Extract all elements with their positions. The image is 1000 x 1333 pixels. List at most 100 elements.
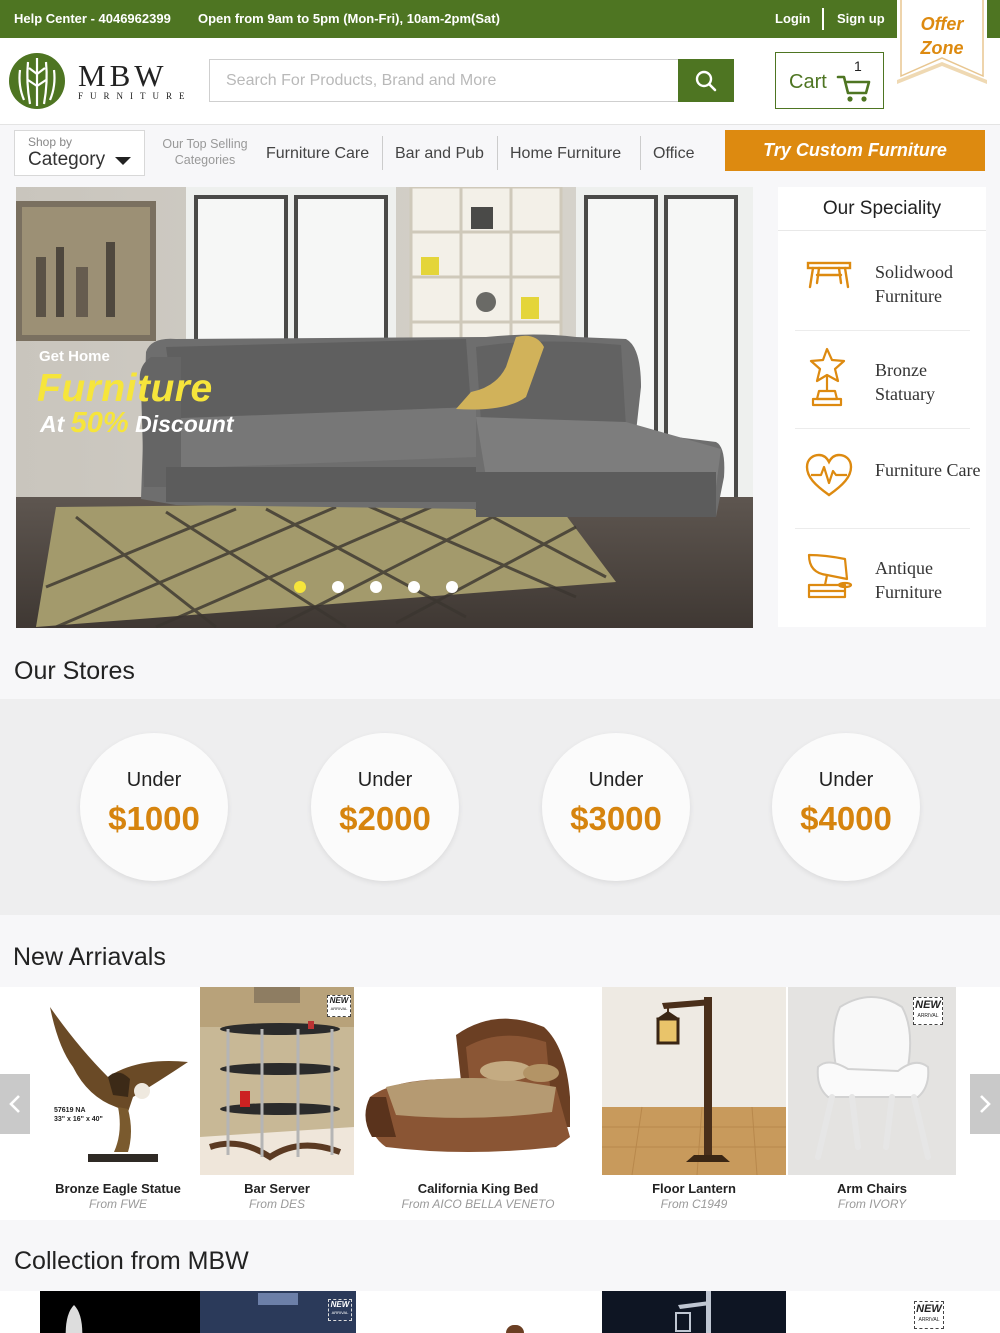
- store-under-label: Under: [126, 769, 182, 791]
- badge-arrival-label: ARRIVAL: [331, 1310, 349, 1315]
- badge-arrival-label: ARRIVAL: [917, 1013, 939, 1019]
- speciality-item-solidwood[interactable]: Solidwood Furniture: [795, 233, 970, 331]
- nav-link-furniture-care[interactable]: Furniture Care: [266, 145, 369, 163]
- store-under-4000[interactable]: Under $4000: [772, 733, 920, 881]
- stores-title: Our Stores: [14, 657, 135, 685]
- product-name[interactable]: Bronze Eagle Statue: [38, 1181, 198, 1196]
- store-price: $1000: [108, 800, 200, 837]
- badge-new-label: NEW: [329, 996, 349, 1005]
- speciality-item-furniture-care[interactable]: Furniture Care: [795, 431, 980, 529]
- speciality-label: Bronze Statuary: [875, 360, 935, 404]
- collection-item-2[interactable]: NEW ARRIVAL: [200, 1291, 356, 1333]
- signup-link[interactable]: Sign up: [837, 11, 885, 26]
- chevron-right-icon: [980, 1095, 991, 1113]
- product-image-arm-chair[interactable]: NEW ARRIVAL: [788, 987, 956, 1175]
- floor-lantern-image: [602, 987, 786, 1175]
- store-under-3000[interactable]: Under $3000: [542, 733, 690, 881]
- carousel-dot-5[interactable]: [446, 581, 458, 593]
- nav-link-home-furniture[interactable]: Home Furniture: [510, 145, 621, 163]
- store-under-label: Under: [818, 769, 874, 791]
- product-brand: From FWE: [89, 1197, 147, 1211]
- offer-line-1: Offer: [920, 14, 964, 34]
- product-name[interactable]: California King Bed: [356, 1181, 600, 1196]
- nav-link-bar-and-pub[interactable]: Bar and Pub: [395, 145, 484, 163]
- search-button[interactable]: [678, 59, 734, 102]
- help-center-phone[interactable]: Help Center - 4046962399: [14, 11, 171, 26]
- collection-item-4[interactable]: [602, 1291, 786, 1333]
- carousel-dot-4[interactable]: [408, 581, 420, 593]
- product-name[interactable]: Floor Lantern: [602, 1181, 786, 1196]
- eagle-caption: 57619 NA: [54, 1107, 86, 1114]
- nav-divider: [382, 136, 383, 170]
- search-box: [209, 59, 679, 102]
- new-arrival-badge: NEW ARRIVAL: [913, 997, 943, 1025]
- collection-item-5[interactable]: NEW ARRIVAL: [912, 1291, 946, 1333]
- hero-discount: Discount: [135, 411, 234, 437]
- login-link[interactable]: Login: [775, 11, 810, 26]
- arrivals-title: New Arriavals: [13, 943, 166, 971]
- speciality-label: Furniture Care: [875, 460, 981, 480]
- speciality-panel: Our Speciality Solidwood Furniture Bronz…: [778, 187, 986, 627]
- category-dropdown[interactable]: Shop by Category: [14, 130, 145, 176]
- topbar-divider: [822, 8, 824, 30]
- carousel-dot-3[interactable]: [370, 581, 382, 593]
- new-arrival-badge: NEW ARRIVAL: [914, 1301, 944, 1329]
- brand-name[interactable]: MBW: [78, 58, 168, 94]
- cart-button[interactable]: Cart 1: [775, 52, 884, 109]
- table-icon: [805, 255, 853, 300]
- carousel-prev-button[interactable]: [0, 1074, 30, 1134]
- product-brand: From C1949: [660, 1197, 728, 1211]
- product-name[interactable]: Bar Server: [200, 1181, 354, 1196]
- product-image-king-bed[interactable]: [356, 987, 600, 1175]
- speciality-item-bronze[interactable]: Bronze Statuary: [795, 331, 970, 429]
- carousel-dot-1[interactable]: [294, 581, 306, 593]
- collection-item-1[interactable]: [40, 1291, 200, 1333]
- product-image-eagle[interactable]: 57619 NA 33" x 16" x 40": [38, 987, 198, 1175]
- carousel-next-button[interactable]: [970, 1074, 1000, 1134]
- badge-new-label: NEW: [915, 999, 941, 1011]
- brand-tagline: FURNITURE: [78, 91, 192, 101]
- hero-at: At: [40, 411, 65, 437]
- caret-down-icon: [115, 157, 131, 165]
- product-brand: From IVORY: [837, 1197, 907, 1211]
- collection-bed-image: [506, 1325, 524, 1333]
- brand-logo-icon[interactable]: [8, 52, 66, 115]
- new-arrival-badge: NEW ARRIVAL: [327, 995, 351, 1017]
- speciality-label: Solidwood Furniture: [875, 262, 954, 306]
- store-price: $3000: [570, 800, 662, 837]
- product-brand: From AICO BELLA VENETO: [401, 1197, 555, 1211]
- eagle-caption-dims: 33" x 16" x 40": [54, 1116, 103, 1123]
- collection-item-3[interactable]: [500, 1291, 530, 1333]
- product-brand: From DES: [248, 1197, 305, 1211]
- cart-label: Cart: [789, 71, 827, 93]
- product-image-floor-lantern[interactable]: [602, 987, 786, 1175]
- badge-arrival-label: ARRIVAL: [918, 1317, 940, 1323]
- try-custom-furniture-button[interactable]: Try Custom Furniture: [725, 130, 985, 171]
- product-image-bar-server[interactable]: NEW ARRIVAL: [200, 987, 354, 1175]
- chevron-left-icon: [9, 1095, 20, 1113]
- store-under-1000[interactable]: Under $1000: [80, 733, 228, 881]
- product-name[interactable]: Arm Chairs: [788, 1181, 956, 1196]
- top-bar: Help Center - 4046962399 Open from 9am t…: [0, 0, 1000, 38]
- category-label: Category: [28, 149, 106, 170]
- collection-frame-image: [258, 1293, 298, 1305]
- offer-line-2: Zone: [920, 38, 964, 58]
- store-under-2000[interactable]: Under $2000: [311, 733, 459, 881]
- badge-new-label: NEW: [916, 1303, 942, 1315]
- store-under-label: Under: [588, 769, 644, 791]
- shop-by-label: Shop by: [28, 135, 73, 149]
- speciality-title: Our Speciality: [778, 187, 986, 231]
- hero-get-home: Get Home: [39, 348, 110, 365]
- nav-link-office[interactable]: Office: [653, 145, 695, 163]
- offer-zone-ribbon[interactable]: Offer Zone: [897, 0, 987, 92]
- heart-pulse-icon: [805, 453, 853, 504]
- gramophone-icon: [805, 551, 855, 606]
- top-selling-label: Our Top Selling Categories: [162, 137, 248, 167]
- store-price: $2000: [339, 800, 431, 837]
- badge-arrival-label: ARRIVAL: [330, 1006, 348, 1011]
- speciality-item-antique[interactable]: Antique Furniture: [795, 529, 970, 627]
- hero-banner[interactable]: Get Home Furniture At 50% Discount: [16, 187, 753, 628]
- nav-divider: [640, 136, 641, 170]
- search-input[interactable]: [210, 60, 678, 101]
- carousel-dot-2[interactable]: [332, 581, 344, 593]
